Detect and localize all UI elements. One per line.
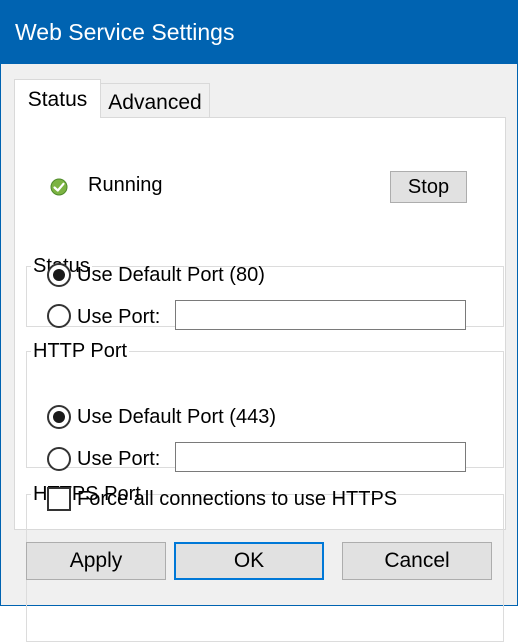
http-custom-port-label[interactable]: Use Port: [77,305,160,329]
stop-button[interactable]: Stop [390,171,467,203]
apply-button[interactable]: Apply [26,542,166,580]
tab-advanced[interactable]: Advanced [101,83,210,117]
https-port-input[interactable] [175,442,466,472]
force-https-label[interactable]: Force all connections to use HTTPS [77,487,397,511]
service-status-text: Running [88,174,163,196]
tab-status[interactable]: Status [14,79,101,118]
http-port-legend: HTTP Port [33,340,128,362]
cancel-button[interactable]: Cancel [342,542,492,580]
https-default-port-label[interactable]: Use Default Port (443) [77,405,276,429]
check-circle-icon [50,178,68,196]
https-custom-port-label[interactable]: Use Port: [77,447,160,471]
https-custom-port-radio[interactable] [47,447,71,471]
http-default-port-radio[interactable] [47,263,71,287]
settings-dialog: Web Service Settings Status Advanced Sta… [0,0,518,642]
window-title: Web Service Settings [15,19,235,45]
https-default-port-radio[interactable] [47,405,71,429]
ok-button[interactable]: OK [174,542,324,580]
title-bar[interactable]: Web Service Settings [1,1,517,64]
http-default-port-label[interactable]: Use Default Port (80) [77,263,265,287]
force-https-checkbox[interactable] [47,487,71,511]
http-port-input[interactable] [175,300,466,330]
http-custom-port-radio[interactable] [47,304,71,328]
